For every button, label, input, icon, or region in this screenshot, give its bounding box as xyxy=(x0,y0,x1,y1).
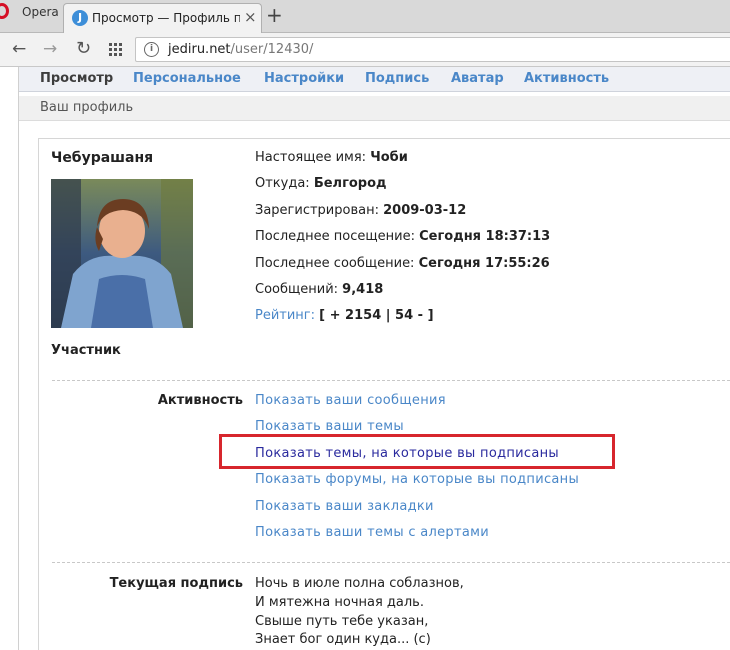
info-location: Откуда: Белгород xyxy=(255,176,387,191)
close-tab-icon[interactable]: × xyxy=(244,8,257,26)
profile-nav-tabs: Просмотр Персональное Настройки Подпись … xyxy=(19,67,730,92)
new-tab-icon[interactable]: + xyxy=(266,4,283,26)
info-value: Белгород xyxy=(313,176,387,191)
info-label: Последнее посещение: xyxy=(255,229,415,244)
info-label: Зарегистрирован: xyxy=(255,203,379,218)
avatar xyxy=(51,179,193,328)
username: Чебурашаня xyxy=(51,150,154,166)
opera-logo-icon[interactable] xyxy=(0,3,9,19)
tab-personal[interactable]: Персональное xyxy=(133,71,241,86)
tab-activity[interactable]: Активность xyxy=(524,71,609,86)
signature-line: Свыше путь тебе указан, xyxy=(255,614,429,629)
show-threads-link[interactable]: Показать ваши темы xyxy=(255,419,404,434)
divider xyxy=(52,562,730,563)
site-favicon-icon: J xyxy=(72,10,88,26)
show-subscribed-forums-link[interactable]: Показать форумы, на которые вы подписаны xyxy=(255,472,579,487)
show-bookmarks-link[interactable]: Показать ваши закладки xyxy=(255,499,434,514)
breadcrumb: Ваш профиль xyxy=(19,96,730,121)
tab-title: Просмотр — Профиль пол xyxy=(92,11,240,25)
info-rating: Рейтинг: [ + 2154 | 54 - ] xyxy=(255,308,434,323)
activity-label: Активность xyxy=(157,393,243,408)
info-posts: Сообщений: 9,418 xyxy=(255,282,383,297)
show-alert-threads-link[interactable]: Показать ваши темы с алертами xyxy=(255,525,489,540)
user-title: Участник xyxy=(51,343,121,358)
tab-view[interactable]: Просмотр xyxy=(40,71,113,86)
address-toolbar: ← → ↻ i jediru.net/user/12430/ xyxy=(0,33,730,67)
tab-bar: Opera J Просмотр — Профиль пол × + xyxy=(0,0,730,33)
signature-line: И мятежна ночная даль. xyxy=(255,595,424,610)
back-arrow-icon[interactable]: ← xyxy=(12,38,26,60)
highlight-box xyxy=(219,434,615,469)
opera-menu-label[interactable]: Opera xyxy=(22,5,59,19)
divider xyxy=(52,380,730,381)
info-value: 9,418 xyxy=(342,282,384,297)
tab-avatar[interactable]: Аватар xyxy=(451,71,504,86)
info-label: Последнее сообщение: xyxy=(255,256,415,271)
signature-label: Текущая подпись xyxy=(109,576,243,591)
info-registered: Зарегистрирован: 2009-03-12 xyxy=(255,203,466,218)
avatar-photo xyxy=(51,179,193,328)
info-value: Сегодня 18:37:13 xyxy=(419,229,551,244)
info-label: Откуда: xyxy=(255,176,310,191)
info-real-name: Настоящее имя: Чоби xyxy=(255,150,408,165)
signature-line: Знает бог один куда... (с) xyxy=(255,632,431,647)
browser-window: Opera J Просмотр — Профиль пол × + ← → ↻… xyxy=(0,0,730,650)
forward-arrow-icon[interactable]: → xyxy=(43,38,57,60)
tab-settings[interactable]: Настройки xyxy=(264,71,344,86)
signature-line: Ночь в июле полна соблазнов, xyxy=(255,576,464,591)
show-posts-link[interactable]: Показать ваши сообщения xyxy=(255,393,446,408)
browser-tab[interactable]: J Просмотр — Профиль пол × xyxy=(63,3,262,33)
info-value: Чоби xyxy=(370,150,408,165)
info-label: Настоящее имя: xyxy=(255,150,367,165)
breadcrumb-label: Ваш профиль xyxy=(40,100,134,115)
info-last-post: Последнее сообщение: Сегодня 17:55:26 xyxy=(255,256,550,271)
info-value: 2009-03-12 xyxy=(383,203,467,218)
url-path: /user/12430/ xyxy=(230,42,314,57)
info-label: Сообщений: xyxy=(255,282,339,297)
info-last-visit: Последнее посещение: Сегодня 18:37:13 xyxy=(255,229,550,244)
speed-dial-grid-icon[interactable] xyxy=(109,43,122,56)
reload-icon[interactable]: ↻ xyxy=(76,38,91,60)
info-value: Сегодня 17:55:26 xyxy=(418,256,550,271)
url-field[interactable]: i jediru.net/user/12430/ xyxy=(135,37,730,62)
page-border xyxy=(18,67,19,650)
rating-link[interactable]: Рейтинг: xyxy=(255,308,315,323)
tab-signature[interactable]: Подпись xyxy=(365,71,429,86)
site-info-icon[interactable]: i xyxy=(144,42,159,57)
url-text: jediru.net/user/12430/ xyxy=(168,42,313,57)
url-host: jediru.net xyxy=(168,42,231,57)
rating-value: [ + 2154 | 54 - ] xyxy=(319,308,434,323)
